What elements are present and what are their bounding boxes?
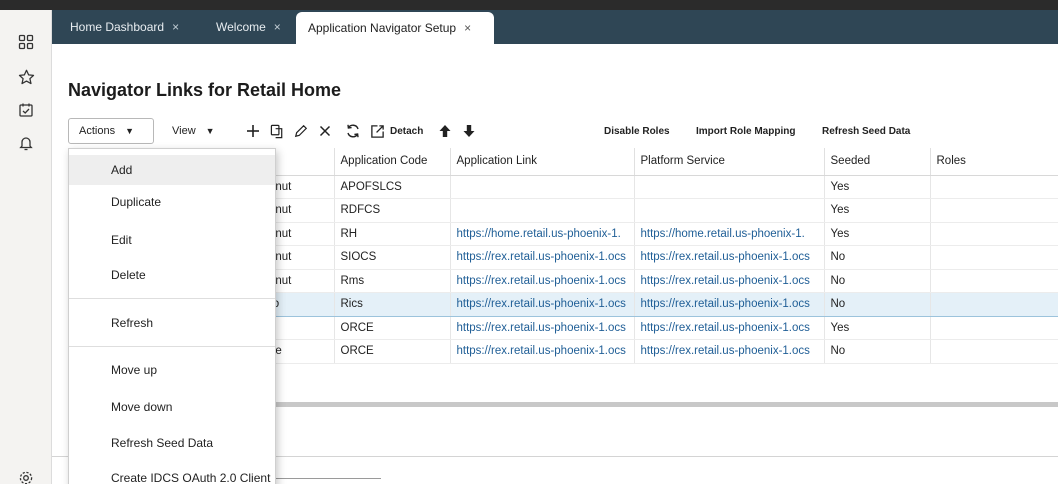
table-cell: No <box>824 269 931 293</box>
view-menu-button[interactable]: View ▼ <box>166 118 215 144</box>
horizontal-scrollbar[interactable] <box>276 402 1058 407</box>
menu-item-duplicate[interactable]: Duplicate <box>69 187 275 217</box>
column-header-seeded[interactable]: Seeded <box>824 148 931 176</box>
detach-button[interactable]: Detach <box>390 118 423 144</box>
table-cell: No <box>824 245 931 270</box>
apps-icon[interactable] <box>14 30 38 54</box>
table-cell <box>930 222 1058 246</box>
table-cell: APOFSLCS <box>334 175 451 199</box>
tab-label: Home Dashboard <box>70 20 165 34</box>
table-cell-link[interactable]: https://rex.retail.us-phoenix-1.ocs <box>450 316 635 340</box>
actions-label: Actions <box>79 125 116 137</box>
divider <box>276 478 381 479</box>
menu-separator <box>69 298 275 299</box>
table-cell-link[interactable]: https://rex.retail.us-phoenix-1.ocs <box>634 292 825 317</box>
close-icon[interactable]: × <box>172 20 179 34</box>
disable-roles-button[interactable]: Disable Roles <box>604 118 670 144</box>
navigation-rail <box>0 10 52 484</box>
view-label: View <box>172 125 196 137</box>
table-cell: Yes <box>824 175 931 199</box>
actions-menu-button[interactable]: Actions ▼ <box>68 118 154 144</box>
table-cell-link[interactable]: https://rex.retail.us-phoenix-1.ocs <box>450 339 635 364</box>
gear-icon[interactable] <box>14 466 38 484</box>
menu-item-add[interactable]: Add <box>69 155 275 185</box>
tab-application-navigator-setup[interactable]: Application Navigator Setup × <box>296 12 494 44</box>
tab-label: Application Navigator Setup <box>308 21 457 35</box>
table-cell <box>930 316 1058 340</box>
table-cell-link[interactable] <box>634 175 825 199</box>
table-cell-link[interactable] <box>450 198 635 223</box>
table-cell-link[interactable]: https://rex.retail.us-phoenix-1.ocs <box>450 269 635 293</box>
table-cell-link[interactable]: https://rex.retail.us-phoenix-1.ocs <box>634 316 825 340</box>
table-cell-link[interactable]: https://home.retail.us-phoenix-1. <box>634 222 825 246</box>
menu-item-create-idcs-oauth-client[interactable]: Create IDCS OAuth 2.0 Client <box>69 463 275 484</box>
table-cell <box>930 292 1058 317</box>
menu-item-move-down[interactable]: Move down <box>69 392 275 422</box>
table-cell-link[interactable] <box>450 175 635 199</box>
column-header-platform-service[interactable]: Platform Service <box>634 148 825 176</box>
close-icon[interactable]: × <box>274 20 281 34</box>
menu-item-delete[interactable]: Delete <box>69 260 275 290</box>
duplicate-icon[interactable] <box>266 118 288 144</box>
column-header-application-link[interactable]: Application Link <box>450 148 635 176</box>
table-cell <box>930 339 1058 364</box>
move-up-icon[interactable] <box>434 118 456 144</box>
table-cell: Yes <box>824 222 931 246</box>
table-cell-link[interactable]: https://rex.retail.us-phoenix-1.ocs <box>634 245 825 270</box>
table-cell <box>930 245 1058 270</box>
menu-item-edit[interactable]: Edit <box>69 225 275 255</box>
table-cell <box>930 269 1058 293</box>
tab-strip: Home Dashboard × Welcome × Application N… <box>52 10 1058 44</box>
table-cell-link[interactable]: https://rex.retail.us-phoenix-1.ocs <box>634 339 825 364</box>
table-cell: Rms <box>334 269 451 293</box>
refresh-seed-data-button[interactable]: Refresh Seed Data <box>822 118 910 144</box>
menu-separator <box>69 346 275 347</box>
page-title: Navigator Links for Retail Home <box>68 80 342 100</box>
caret-down-icon: ▼ <box>125 126 134 136</box>
tab-label: Welcome <box>216 20 266 34</box>
menu-item-refresh-seed-data[interactable]: Refresh Seed Data <box>69 428 275 458</box>
table-cell: Yes <box>824 316 931 340</box>
table-cell: ORCE <box>334 339 451 364</box>
star-icon[interactable] <box>14 65 38 89</box>
table-cell: RH <box>334 222 451 246</box>
detach-icon[interactable] <box>366 118 388 144</box>
table-cell-link[interactable]: https://rex.retail.us-phoenix-1.ocs <box>450 245 635 270</box>
column-header-roles[interactable]: Roles <box>930 148 1058 176</box>
table-cell: No <box>824 292 931 317</box>
table-cell <box>930 175 1058 199</box>
table-cell: Yes <box>824 198 931 223</box>
close-icon[interactable]: × <box>464 21 471 35</box>
toolbar: Actions ▼ View ▼ Detach Disable Roles Im… <box>68 118 1048 144</box>
delete-icon[interactable] <box>314 118 336 144</box>
top-bar <box>0 0 1058 10</box>
table-cell <box>930 198 1058 223</box>
table-cell-link[interactable]: https://home.retail.us-phoenix-1. <box>450 222 635 246</box>
tab-home-dashboard[interactable]: Home Dashboard × <box>58 10 191 44</box>
table-cell-link[interactable]: https://rex.retail.us-phoenix-1.ocs <box>450 292 635 317</box>
table-cell: Rics <box>334 292 451 317</box>
menu-item-move-up[interactable]: Move up <box>69 355 275 385</box>
caret-down-icon: ▼ <box>205 126 215 136</box>
tab-welcome[interactable]: Welcome × <box>204 10 293 44</box>
checklist-icon[interactable] <box>14 98 38 122</box>
refresh-icon[interactable] <box>342 118 364 144</box>
table-cell: ORCE <box>334 316 451 340</box>
table-cell: No <box>824 339 931 364</box>
bell-icon[interactable] <box>14 131 38 155</box>
import-role-mapping-button[interactable]: Import Role Mapping <box>696 118 795 144</box>
table-cell-link[interactable] <box>634 198 825 223</box>
table-cell-link[interactable]: https://rex.retail.us-phoenix-1.ocs <box>634 269 825 293</box>
column-header-application-code[interactable]: Application Code <box>334 148 451 176</box>
add-icon[interactable] <box>242 118 264 144</box>
move-down-icon[interactable] <box>458 118 480 144</box>
table-cell: SIOCS <box>334 245 451 270</box>
actions-dropdown-menu: Add Duplicate Edit Delete Refresh Move u… <box>68 148 276 484</box>
edit-icon[interactable] <box>290 118 312 144</box>
table-cell: RDFCS <box>334 198 451 223</box>
menu-item-refresh[interactable]: Refresh <box>69 308 275 338</box>
